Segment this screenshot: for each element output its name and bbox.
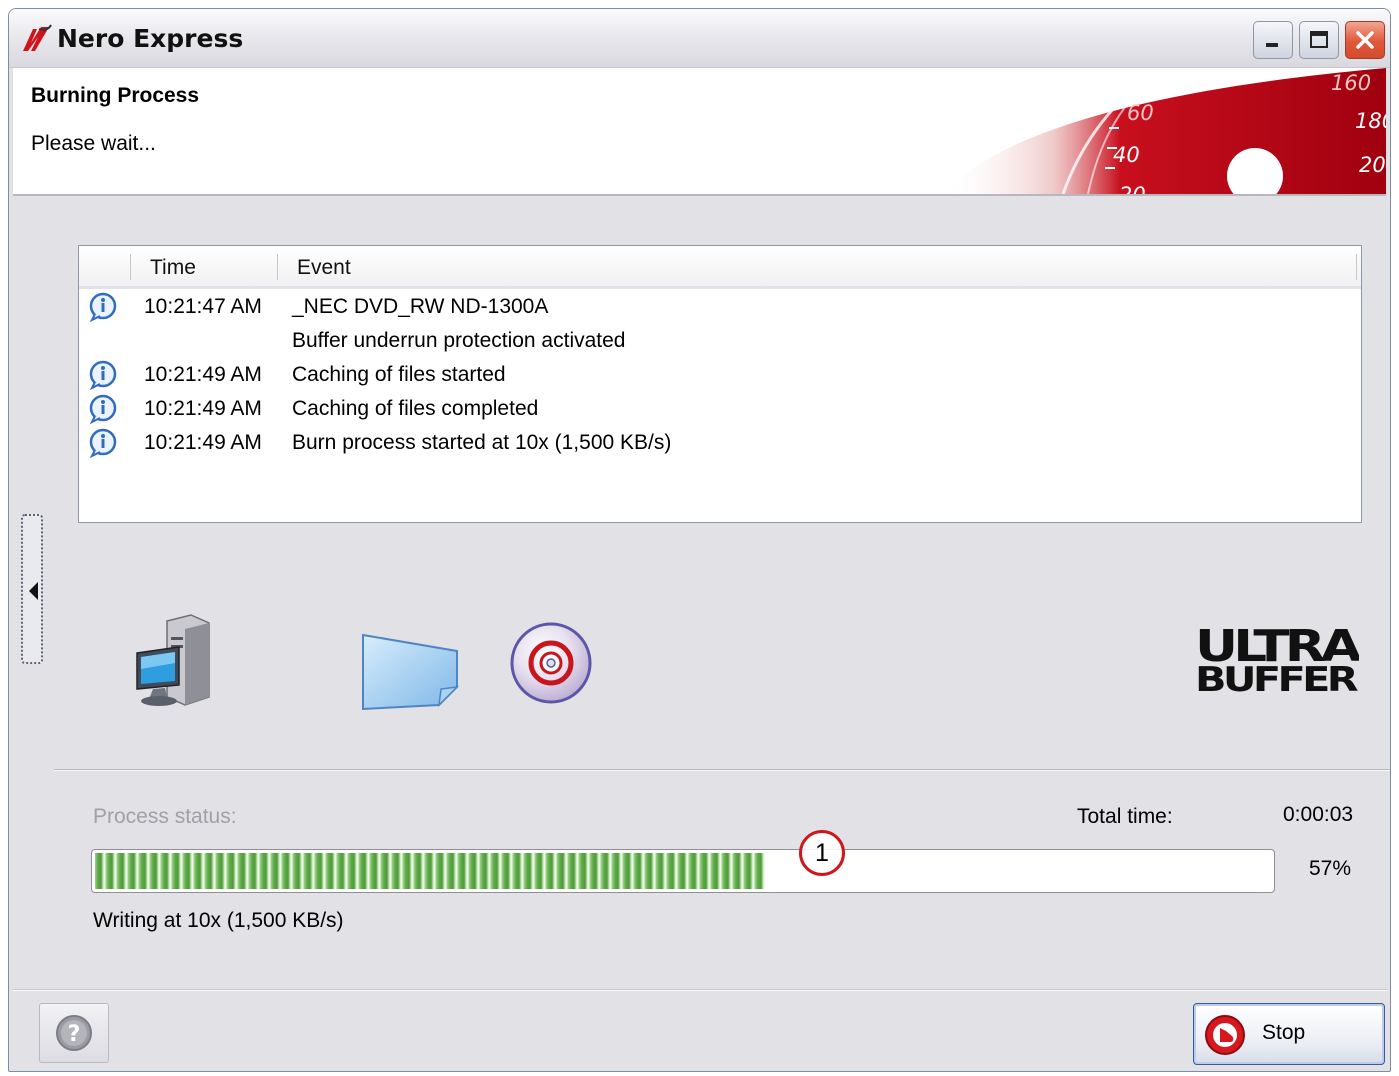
log-time: 10:21:49 AM (144, 397, 262, 420)
disc-icon (510, 622, 592, 704)
log-time: 10:21:47 AM (144, 295, 262, 318)
progress-fill (95, 853, 765, 889)
log-time: 10:21:49 AM (144, 431, 262, 454)
computer-icon (136, 614, 210, 706)
total-time-label: Total time: (1077, 805, 1173, 828)
speed-label-160: 160 (1331, 71, 1371, 95)
speed-label-180: 180 (1355, 109, 1386, 133)
expand-panel-handle[interactable] (21, 514, 43, 664)
svg-text:?: ? (68, 1022, 81, 1047)
document-icon (362, 633, 460, 711)
speedometer-graphic: 160 180 200 60 40 20 (943, 68, 1386, 194)
info-icon (89, 394, 117, 424)
log-row[interactable]: 10:21:49 AM Caching of files completed (79, 393, 1361, 427)
log-row[interactable]: Buffer underrun protection activated (79, 325, 1361, 359)
log-event: Buffer underrun protection activated (292, 329, 626, 352)
minimize-icon (1266, 43, 1278, 47)
nero-logo-icon (23, 24, 52, 51)
log-event: Burn process started at 10x (1,500 KB/s) (292, 431, 672, 454)
total-time-value: 0:00:03 (1283, 803, 1354, 826)
page-subtitle: Please wait... (31, 132, 156, 155)
nero-express-window: Nero Express Burning Process Please wait… (8, 8, 1391, 1072)
column-separator (1356, 254, 1357, 280)
help-button[interactable]: ? (39, 1003, 109, 1063)
log-time: 10:21:49 AM (144, 363, 262, 386)
column-separator (130, 254, 131, 280)
title-bar[interactable]: Nero Express (9, 9, 1390, 68)
window-title: Nero Express (57, 24, 244, 53)
maximize-icon (1310, 31, 1328, 48)
footer-divider (13, 989, 1387, 991)
chevron-left-icon (29, 582, 38, 600)
help-icon: ? (56, 1015, 92, 1051)
ultra-buffer-logo: ULTRA BUFFER (1195, 623, 1359, 695)
section-divider (54, 769, 1390, 771)
log-event: Caching of files started (292, 363, 506, 386)
stop-button-label: Stop (1262, 1021, 1306, 1044)
page-title: Burning Process (31, 84, 200, 107)
callout-marker: 1 (799, 830, 845, 876)
column-header-event[interactable]: Event (297, 256, 351, 280)
list-header: Time Event (79, 246, 1361, 289)
stop-button[interactable]: Stop (1193, 1003, 1385, 1065)
log-row[interactable]: 10:21:49 AM Burn process started at 10x … (79, 427, 1361, 461)
stop-icon (1205, 1015, 1245, 1055)
log-row[interactable]: 10:21:47 AM _NEC DVD_RW ND-1300A (79, 291, 1361, 325)
process-status-label: Process status: (93, 805, 237, 828)
speed-label-20: 20 (1119, 183, 1146, 194)
column-header-time[interactable]: Time (150, 256, 196, 280)
speed-label-200: 200 (1359, 153, 1386, 177)
progress-percent: 57% (1309, 857, 1352, 880)
log-event: _NEC DVD_RW ND-1300A (292, 295, 549, 318)
maximize-button[interactable] (1299, 21, 1339, 59)
minimize-button[interactable] (1253, 21, 1293, 59)
column-separator (277, 254, 278, 280)
header-banner: Burning Process Please wait... 160 180 2… (13, 68, 1386, 196)
info-icon (89, 292, 117, 322)
info-icon (89, 360, 117, 390)
event-log-list[interactable]: Time Event 10:21:47 AM _NEC DVD_RW ND-13… (78, 245, 1362, 523)
speed-label-60: 60 (1127, 101, 1154, 125)
writing-speed-text: Writing at 10x (1,500 KB/s) (93, 909, 344, 932)
log-event: Caching of files completed (292, 397, 539, 420)
burn-progress-bar (91, 849, 1275, 893)
speed-label-40: 40 (1113, 143, 1140, 167)
svg-text:BUFFER: BUFFER (1195, 660, 1358, 695)
close-icon (1356, 31, 1374, 49)
close-button[interactable] (1345, 21, 1385, 59)
info-icon (89, 428, 117, 458)
log-row[interactable]: 10:21:49 AM Caching of files started (79, 359, 1361, 393)
